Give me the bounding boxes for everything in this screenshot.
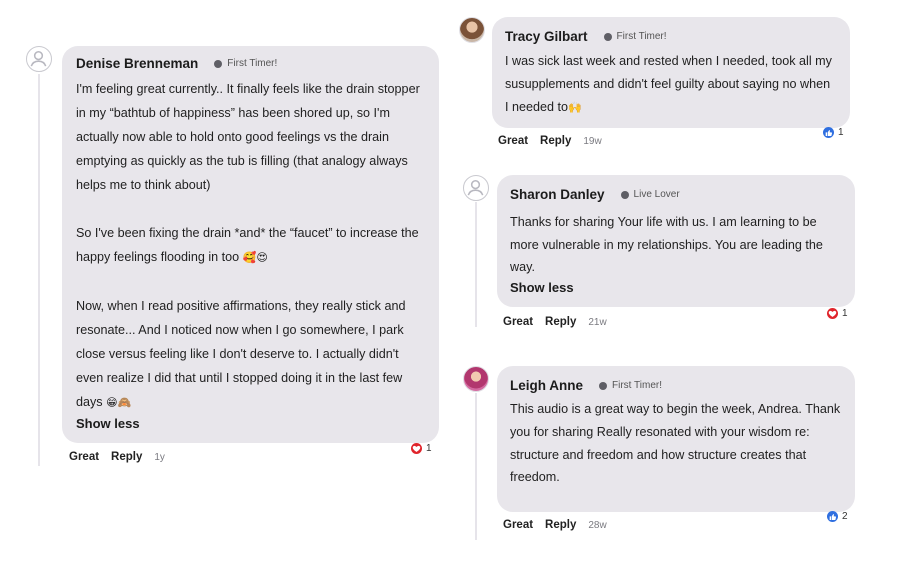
- badge-dot-icon: [599, 381, 607, 390]
- reaction-count[interactable]: 1: [411, 443, 432, 454]
- reaction-count[interactable]: 1: [827, 308, 848, 319]
- avatar[interactable]: [26, 46, 52, 72]
- comment-actions: Great Reply 21w: [503, 316, 607, 328]
- comment-header: Leigh Anne First Timer!: [510, 378, 843, 393]
- show-less-link[interactable]: Show less: [510, 280, 843, 295]
- comment-body: I'm feeling great currently.. It finally…: [76, 77, 428, 415]
- reply-button[interactable]: Reply: [545, 316, 576, 328]
- reaction-count[interactable]: 2: [827, 511, 848, 522]
- badge-dot-icon: [620, 190, 629, 199]
- comment-paragraph: I'm feeling great currently.. It finally…: [76, 82, 420, 192]
- heart-icon: [827, 308, 838, 319]
- member-badge: First Timer!: [616, 31, 667, 42]
- reply-button[interactable]: Reply: [540, 135, 571, 147]
- avatar[interactable]: [463, 366, 489, 392]
- reply-button[interactable]: Reply: [545, 519, 576, 531]
- comment-actions: Great Reply 1y: [69, 451, 165, 463]
- show-less-link[interactable]: Show less: [76, 416, 425, 431]
- great-button[interactable]: Great: [498, 135, 528, 147]
- comment-bubble: Sharon Danley Live Lover Thanks for shar…: [497, 175, 855, 307]
- thumbs-up-icon: [823, 127, 834, 138]
- comment-paragraph: So I've been fixing the drain *and* the …: [76, 226, 419, 264]
- comment-actions: Great Reply 28w: [503, 519, 607, 531]
- user-icon: [30, 51, 47, 67]
- comment-body: I was sick last week and rested when I n…: [505, 54, 832, 114]
- avatar[interactable]: [459, 17, 485, 43]
- heart-icon: [411, 443, 422, 454]
- great-button[interactable]: Great: [503, 316, 533, 328]
- badge-dot-icon: [603, 32, 612, 41]
- author-name[interactable]: Tracy Gilbart: [505, 29, 588, 44]
- comment-body: Thanks for sharing Your life with us. I …: [510, 215, 823, 274]
- badge-dot-icon: [214, 59, 223, 68]
- thread-line: [38, 74, 40, 466]
- comment-paragraph: Now, when I read positive affirmations, …: [76, 299, 406, 409]
- emoji: 😁🙈: [106, 397, 132, 409]
- thumbs-up-icon: [827, 511, 838, 522]
- timestamp: 21w: [588, 317, 607, 328]
- member-badge: First Timer!: [227, 58, 278, 69]
- comment-header: Denise Brenneman First Timer!: [76, 56, 425, 71]
- member-badge: First Timer!: [612, 380, 662, 391]
- emoji: 🙌: [568, 102, 582, 114]
- comment-bubble: Denise Brenneman First Timer! I'm feelin…: [62, 46, 439, 443]
- comment-header: Sharon Danley Live Lover: [510, 187, 843, 202]
- user-icon: [467, 180, 484, 196]
- comment-bubble: Tracy Gilbart First Timer! I was sick la…: [492, 17, 850, 128]
- author-name[interactable]: Sharon Danley: [510, 187, 605, 202]
- reaction-count[interactable]: 1: [823, 127, 844, 138]
- timestamp: 1y: [154, 452, 165, 463]
- thread-line: [475, 202, 477, 327]
- emoji: 🥰😍: [242, 252, 268, 264]
- member-badge: Live Lover: [633, 189, 680, 200]
- author-name[interactable]: Denise Brenneman: [76, 56, 198, 71]
- thread-line: [475, 393, 477, 540]
- great-button[interactable]: Great: [503, 519, 533, 531]
- avatar[interactable]: [463, 175, 489, 201]
- comment-header: Tracy Gilbart First Timer!: [505, 29, 838, 44]
- comment-actions: Great Reply 19w: [498, 135, 602, 147]
- comment-body: This audio is a great way to begin the w…: [510, 402, 841, 485]
- timestamp: 28w: [588, 520, 607, 531]
- timestamp: 19w: [583, 136, 602, 147]
- author-name[interactable]: Leigh Anne: [510, 378, 583, 393]
- reply-button[interactable]: Reply: [111, 451, 142, 463]
- great-button[interactable]: Great: [69, 451, 99, 463]
- comment-bubble: Leigh Anne First Timer! This audio is a …: [497, 366, 855, 512]
